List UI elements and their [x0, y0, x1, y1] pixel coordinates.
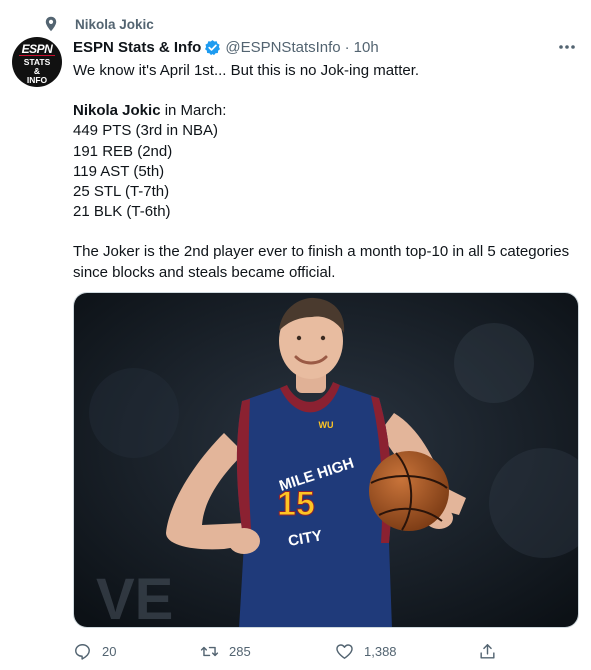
retweet-count: 285 [229, 643, 251, 659]
background-sign-text: VE [96, 567, 173, 628]
heart-icon [335, 642, 354, 661]
avatar-divider [19, 55, 55, 56]
tweet-intro: We know it's April 1st... But this is no… [73, 62, 420, 79]
stat-line: 449 PTS (3rd in NBA) [73, 122, 219, 140]
tweet-closing: The Joker is the 2nd player ever to fini… [73, 243, 570, 281]
like-count: 1,388 [364, 643, 397, 659]
retweet-button[interactable]: 285 [200, 639, 251, 663]
stat-line: 21 BLK (T-6th) [73, 203, 171, 221]
tweet[interactable]: Nikola Jokic ESPN STATS & INFO ESPN Stat… [0, 0, 591, 670]
avatar-brand: ESPN [21, 42, 53, 56]
author-name[interactable]: ESPN Stats & Info [73, 39, 201, 56]
reply-count: 20 [102, 643, 117, 659]
avatar-subtitle: STATS & INFO [23, 57, 51, 85]
stats-subject: Nikola Jokic [73, 102, 161, 120]
tweet-text: We know it's April 1st... But this is no… [73, 61, 578, 283]
avatar[interactable]: ESPN STATS & INFO [12, 37, 62, 87]
jersey-number: 15 [277, 485, 315, 523]
pinned-context: Nikola Jokic [44, 14, 154, 34]
stats-heading: Nikola Jokic in March: [73, 102, 227, 120]
share-icon [478, 642, 497, 661]
share-button[interactable] [478, 639, 497, 663]
verified-badge-icon [204, 39, 221, 56]
author-handle[interactable]: @ESPNStatsInfo [225, 39, 340, 56]
stat-line: 119 AST (5th) [73, 162, 165, 180]
retweet-icon [200, 642, 219, 661]
tweet-photo[interactable]: VE MILE HIGH 15 CITY WU [73, 292, 579, 628]
more-options-icon[interactable] [557, 37, 577, 57]
location-pin-icon [44, 15, 58, 33]
tweet-time[interactable]: 10h [354, 39, 379, 56]
stat-line: 25 STL (T-7th) [73, 183, 170, 201]
tweet-header: ESPN Stats & Info @ESPNStatsInfo · 10h [73, 36, 581, 58]
reply-button[interactable]: 20 [73, 639, 116, 663]
jersey-sponsor: WU [319, 420, 334, 430]
tweet-actions: 20 285 1,388 [73, 639, 503, 663]
like-button[interactable]: 1,388 [335, 639, 397, 663]
context-label[interactable]: Nikola Jokic [75, 17, 154, 32]
reply-icon [73, 642, 92, 661]
handle-separator: · [344, 38, 350, 56]
stat-line: 191 REB (2nd) [73, 142, 173, 160]
